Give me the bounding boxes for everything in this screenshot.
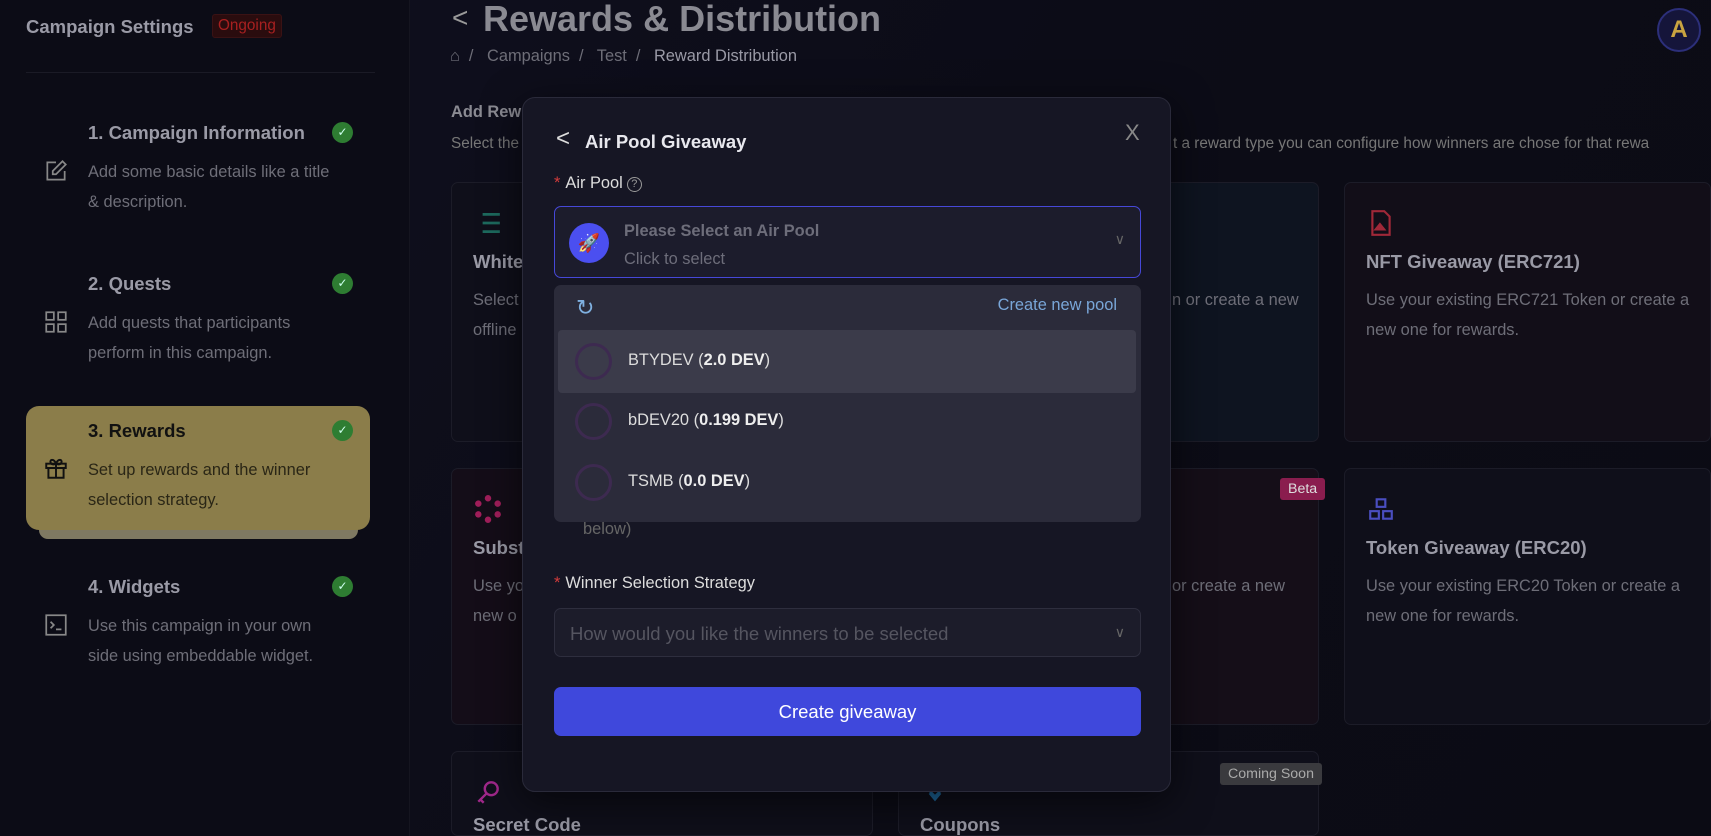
image-file-icon bbox=[1371, 210, 1391, 236]
check-icon: ✓ bbox=[332, 273, 353, 294]
breadcrumb-test[interactable]: Test bbox=[597, 47, 627, 65]
air-pool-select[interactable]: 🚀 Please Select an Air Pool Click to sel… bbox=[554, 206, 1141, 278]
back-button[interactable]: < bbox=[452, 2, 468, 34]
refresh-icon[interactable]: ↻ bbox=[576, 295, 594, 321]
pool-token-icon bbox=[575, 403, 612, 440]
pool-option[interactable]: TSMB (0.0 DEV) bbox=[558, 451, 1136, 514]
card-desc: Use yo new o bbox=[473, 577, 525, 625]
card-title: Token Giveaway (ERC20) bbox=[1366, 537, 1587, 558]
polkadot-icon bbox=[475, 495, 501, 523]
pool-name: TSMB bbox=[628, 472, 674, 490]
terminal-icon bbox=[45, 613, 67, 636]
pool-option[interactable]: bDEV20 (0.199 DEV) bbox=[558, 390, 1136, 453]
sidebar-step-rewards[interactable]: 3. Rewards Set up rewards and the winner… bbox=[26, 406, 370, 530]
home-icon[interactable]: ⌂ bbox=[450, 47, 460, 65]
beta-badge: Beta bbox=[1280, 478, 1326, 500]
step-title: 3. Rewards bbox=[88, 420, 186, 441]
edit-icon bbox=[46, 159, 67, 181]
select-hint: Click to select bbox=[624, 250, 726, 268]
close-icon[interactable]: X bbox=[1125, 120, 1140, 146]
card-title: NFT Giveaway (ERC721) bbox=[1366, 251, 1580, 272]
card-desc: n or create a new bbox=[1172, 291, 1299, 309]
pool-name: BTYDEV bbox=[628, 351, 694, 369]
sidebar-title: Campaign Settings bbox=[26, 16, 194, 37]
sidebar-step-campaign-information[interactable]: 1. Campaign Information Add some basic d… bbox=[26, 108, 370, 233]
section-desc-continued: t a reward type you can configure how wi… bbox=[1173, 135, 1650, 152]
label-text: Air Pool bbox=[565, 174, 623, 192]
step-desc: Add quests that participants perform in … bbox=[88, 314, 291, 362]
check-icon: ✓ bbox=[332, 420, 353, 441]
modal-back-button[interactable]: < bbox=[556, 125, 570, 153]
modal-title: Air Pool Giveaway bbox=[585, 131, 747, 152]
breadcrumb-campaigns[interactable]: Campaigns bbox=[487, 47, 570, 65]
select-placeholder: How would you like the winners to be sel… bbox=[570, 623, 949, 644]
chevron-down-icon: ∨ bbox=[1114, 231, 1125, 247]
pool-option[interactable]: BTYDEV (2.0 DEV) bbox=[558, 330, 1136, 393]
winner-strategy-select[interactable]: How would you like the winners to be sel… bbox=[554, 608, 1141, 657]
breadcrumb: ⌂ / Campaigns / Test / Reward Distribution bbox=[450, 47, 797, 65]
card-desc: Select offline bbox=[473, 291, 519, 339]
card-title: Secret Code bbox=[473, 814, 581, 835]
card-title: White bbox=[473, 251, 524, 272]
sidebar: Campaign Settings Ongoing 1. Campaign In… bbox=[0, 0, 410, 836]
create-new-pool-link[interactable]: Create new pool bbox=[998, 296, 1117, 315]
grid-icon bbox=[45, 310, 67, 333]
pool-token-icon bbox=[575, 343, 612, 380]
pool-name: bDEV20 bbox=[628, 411, 690, 429]
air-pool-dropdown: ↻ Create new pool BTYDEV (2.0 DEV) bDEV2… bbox=[554, 285, 1141, 522]
step-desc: Set up rewards and the winner selection … bbox=[88, 461, 311, 509]
page-title: Rewards & Distribution bbox=[483, 0, 882, 39]
pool-amount: 0.0 DEV bbox=[683, 472, 745, 490]
check-icon: ✓ bbox=[332, 122, 353, 143]
card-desc: Use your existing ERC721 Token or create… bbox=[1366, 291, 1690, 339]
card-title: Coupons bbox=[920, 814, 1001, 835]
section-desc: Select the bbox=[451, 135, 520, 152]
card-desc: or create a new bbox=[1172, 577, 1285, 595]
check-icon: ✓ bbox=[332, 576, 353, 597]
help-icon[interactable]: ? bbox=[626, 177, 642, 192]
pool-token-icon bbox=[575, 464, 612, 501]
card-title: Subst bbox=[473, 537, 525, 558]
chevron-down-icon: ∨ bbox=[1114, 624, 1125, 640]
status-badge: Ongoing bbox=[212, 14, 282, 38]
step-desc: Use this campaign in your own side using… bbox=[88, 617, 314, 665]
reward-card-token[interactable]: Token Giveaway (ERC20) Use your existing… bbox=[1344, 468, 1711, 725]
coming-soon-badge: Coming Soon bbox=[1220, 763, 1322, 785]
section-title: Add Rew bbox=[451, 103, 522, 121]
blocks-icon bbox=[1369, 498, 1393, 520]
step-title: 1. Campaign Information bbox=[88, 122, 305, 143]
step-desc: Add some basic details like a title & de… bbox=[88, 163, 330, 211]
breadcrumb-current: Reward Distribution bbox=[653, 47, 797, 65]
key-icon bbox=[477, 781, 499, 804]
divider bbox=[26, 72, 375, 73]
select-placeholder: Please Select an Air Pool bbox=[624, 222, 820, 240]
create-giveaway-button[interactable]: Create giveaway bbox=[554, 687, 1141, 736]
label-text: Winner Selection Strategy bbox=[565, 574, 755, 592]
helper-text: below) bbox=[583, 520, 632, 538]
sidebar-step-quests[interactable]: 2. Quests Add quests that participants p… bbox=[26, 259, 370, 384]
pool-amount: 2.0 DEV bbox=[703, 351, 765, 369]
avatar[interactable]: A bbox=[1657, 8, 1701, 52]
pool-amount: 0.199 DEV bbox=[699, 411, 779, 429]
list-icon bbox=[482, 213, 500, 233]
air-pool-giveaway-modal: < Air Pool Giveaway X * Air Pool? 🚀 Pleas… bbox=[522, 97, 1171, 792]
air-pool-label: * Air Pool? bbox=[554, 174, 642, 193]
step-title: 2. Quests bbox=[88, 273, 172, 294]
reward-card-nft[interactable]: NFT Giveaway (ERC721) Use your existing … bbox=[1344, 182, 1711, 442]
rocket-icon: 🚀 bbox=[569, 223, 609, 263]
sidebar-step-widgets[interactable]: 4. Widgets Use this campaign in your own… bbox=[26, 562, 370, 687]
step-title: 4. Widgets bbox=[88, 576, 181, 597]
gift-icon bbox=[45, 458, 67, 479]
winner-strategy-label: * Winner Selection Strategy bbox=[554, 574, 755, 592]
card-desc: Use your existing ERC20 Token or create … bbox=[1366, 577, 1681, 625]
